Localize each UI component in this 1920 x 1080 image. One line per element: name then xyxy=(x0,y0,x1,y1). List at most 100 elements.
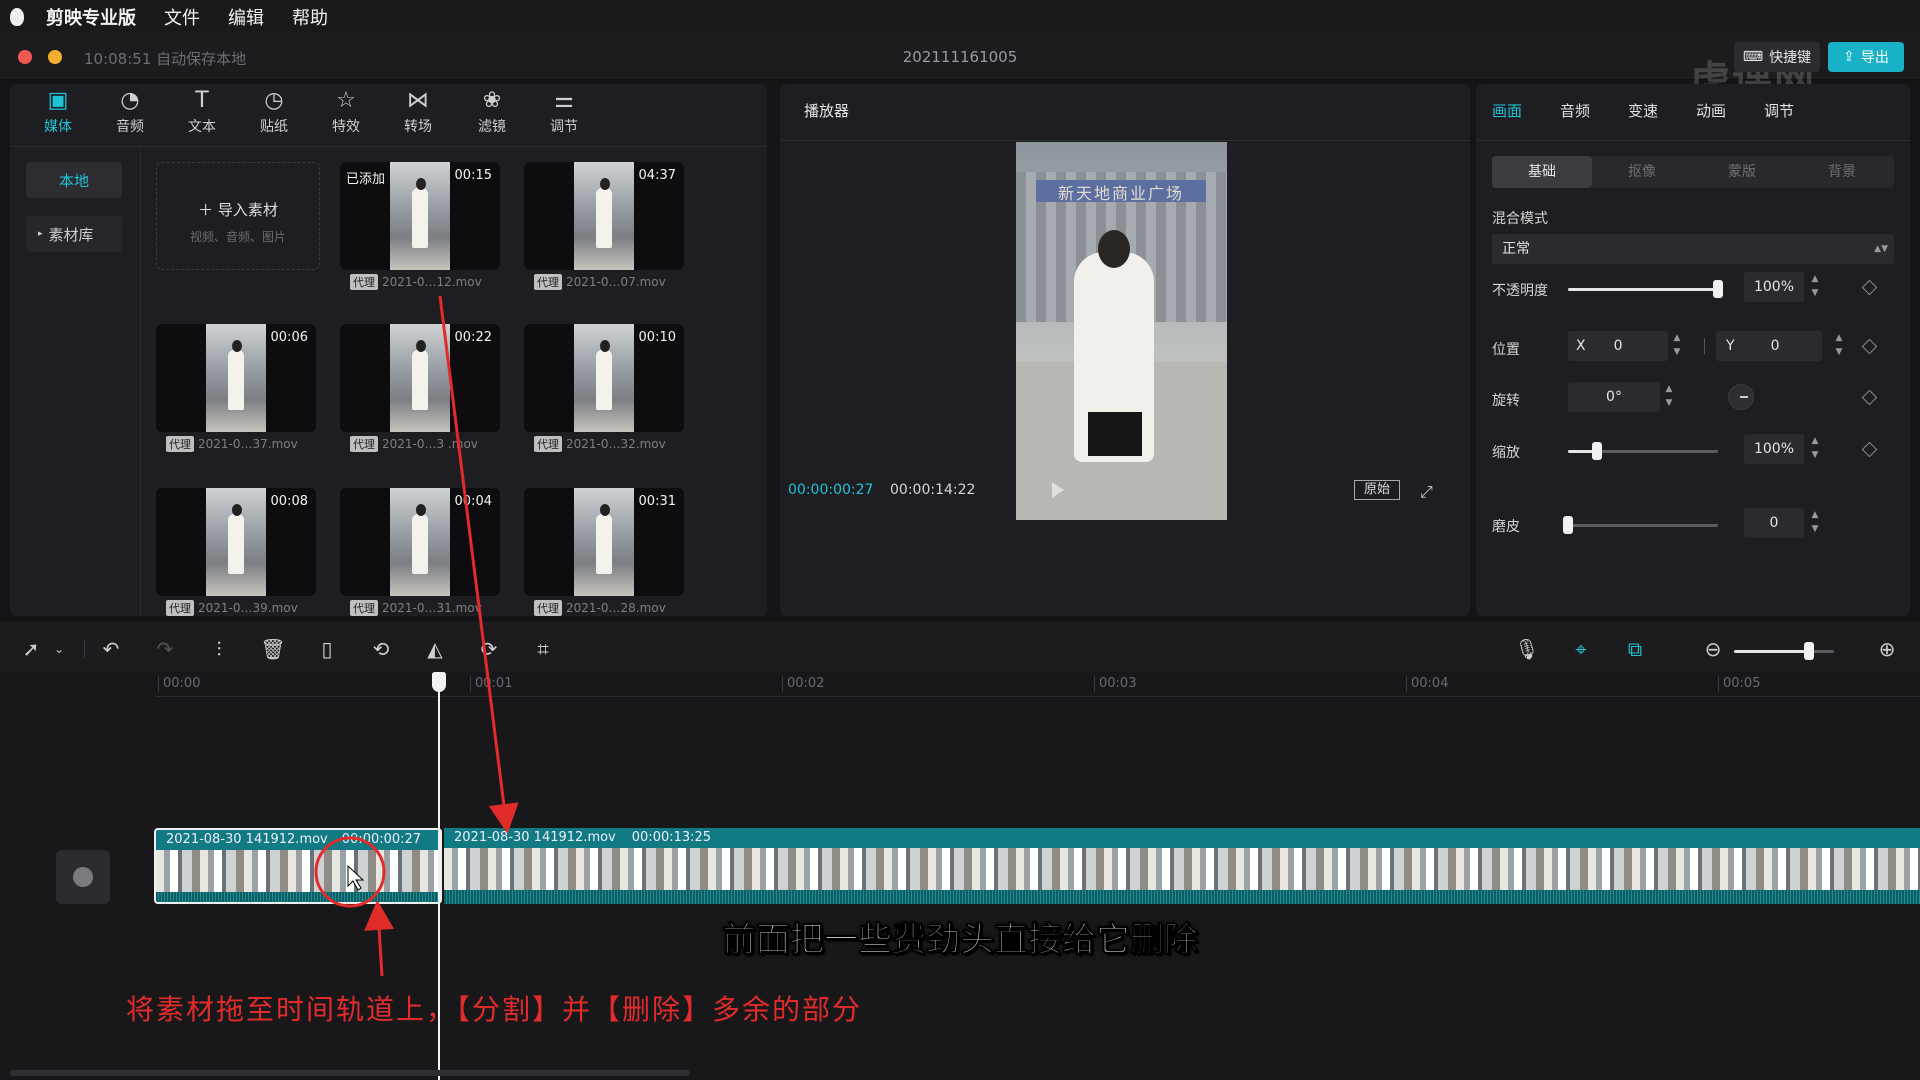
media-caption: 代理 2021-0…07.mov xyxy=(534,274,666,290)
media-thumbnail[interactable]: 00:22 xyxy=(340,324,500,432)
smooth-skin-input[interactable]: 0 xyxy=(1744,508,1804,538)
tab-effects[interactable]: ☆ 特效 xyxy=(314,88,378,140)
added-badge: 已添加 xyxy=(346,172,386,187)
clip-frames xyxy=(156,850,440,892)
scale-slider-handle[interactable] xyxy=(1592,442,1602,460)
opacity-slider-handle[interactable] xyxy=(1713,280,1723,298)
reverse-icon[interactable]: ⟲ xyxy=(368,636,394,662)
opacity-slider[interactable] xyxy=(1568,280,1723,298)
media-thumbnail[interactable]: 00:04 xyxy=(340,488,500,596)
position-y-input[interactable]: Y0 xyxy=(1716,331,1822,361)
zoom-in-icon[interactable]: ⊕ xyxy=(1874,636,1900,662)
media-caption: 代理 2021-0…37.mov xyxy=(166,436,298,452)
blend-mode-select[interactable]: 正常 ▲▼ xyxy=(1492,234,1894,264)
smooth-skin-stepper[interactable]: ▲ ▼ xyxy=(1808,508,1822,538)
media-thumbnail[interactable]: 00:31 xyxy=(524,488,684,596)
keyframe-icon[interactable] xyxy=(1861,279,1878,296)
aspect-ratio-button[interactable]: 原始 xyxy=(1354,480,1400,500)
keyframe-icon[interactable] xyxy=(1861,441,1878,458)
timeline-zoom-slider[interactable] xyxy=(1734,642,1834,660)
menu-help[interactable]: 帮助 xyxy=(292,4,328,30)
current-timecode: 00:00:00:27 xyxy=(788,482,874,498)
subtab-cutout[interactable]: 抠像 xyxy=(1592,156,1692,188)
timeline-zoom-handle[interactable] xyxy=(1804,642,1814,660)
tab-picture[interactable]: 画面 xyxy=(1492,100,1522,121)
blend-mode-value: 正常 xyxy=(1502,241,1530,257)
fullscreen-icon[interactable]: ⤢ xyxy=(1420,482,1433,502)
tab-audio-label: 音频 xyxy=(116,119,144,135)
scale-slider[interactable] xyxy=(1568,442,1718,460)
tab-adjust[interactable]: ⚌ 调节 xyxy=(532,88,596,140)
microphone-icon[interactable]: 🎙 xyxy=(1514,636,1540,662)
menu-file[interactable]: 文件 xyxy=(164,4,200,30)
track-mute-button[interactable] xyxy=(56,850,110,904)
scale-stepper[interactable]: ▲ ▼ xyxy=(1808,434,1822,464)
position-x-input[interactable]: X0 xyxy=(1568,331,1668,361)
keyframe-icon[interactable] xyxy=(1861,389,1878,406)
rotation-input[interactable]: 0° xyxy=(1568,382,1660,412)
timeline[interactable]: 00:00 00:01 00:02 00:03 00:04 00:05 2021… xyxy=(0,672,1920,1080)
freeze-frame-icon[interactable]: ▯ xyxy=(314,636,340,662)
position-x-stepper[interactable]: ▲ ▼ xyxy=(1670,331,1684,361)
delete-icon[interactable]: 🗑 xyxy=(260,636,286,662)
keyframe-icon[interactable] xyxy=(1861,338,1878,355)
divider xyxy=(140,146,141,616)
rotation-dial[interactable] xyxy=(1728,384,1754,410)
import-media-button[interactable]: ＋ 导入素材 视频、音频、图片 xyxy=(156,162,320,270)
tab-animation[interactable]: 动画 xyxy=(1696,100,1726,121)
sidebar-item-library[interactable]: ▸ 素材库 xyxy=(26,216,122,252)
tab-filter[interactable]: ❀ 滤镜 xyxy=(460,88,524,140)
media-panel: ▣ 媒体 ◔ 音频 T 文本 ◷ 贴纸 ☆ 特效 ⋈ 转场 ❀ 滤镜 ⚌ 调节 本地 ▸ 素材库 … xyxy=(10,84,767,616)
select-pointer-icon[interactable]: ➚ xyxy=(18,636,44,662)
tab-adjust-props[interactable]: 调节 xyxy=(1764,100,1794,121)
timeline-scrollbar[interactable] xyxy=(10,1070,690,1076)
rotation-stepper[interactable]: ▲ ▼ xyxy=(1662,382,1676,412)
redo-icon[interactable]: ↷ xyxy=(152,636,178,662)
media-thumbnail[interactable]: 00:08 xyxy=(156,488,316,596)
chevron-down-icon[interactable]: ⌄ xyxy=(46,636,72,662)
tab-speed[interactable]: 变速 xyxy=(1628,100,1658,121)
link-clips-icon[interactable]: ⧉ xyxy=(1622,636,1648,662)
shortcut-button[interactable]: ⌨ 快捷键 xyxy=(1734,42,1820,72)
video-clip-selected[interactable]: 2021-08-30 141912.mov 00:00:00:27 xyxy=(154,828,442,904)
sidebar-item-local[interactable]: 本地 xyxy=(26,162,122,198)
video-subtitle: 前面把一些费劲头直接给它删除 xyxy=(722,920,1199,961)
play-icon[interactable] xyxy=(1052,482,1064,498)
tab-transition[interactable]: ⋈ 转场 xyxy=(386,88,450,140)
position-y-stepper[interactable]: ▲ ▼ xyxy=(1832,331,1846,361)
snap-icon[interactable]: ⌖ xyxy=(1568,636,1594,662)
tab-audio[interactable]: ◔ 音频 xyxy=(98,88,162,140)
tab-sticker[interactable]: ◷ 贴纸 xyxy=(242,88,306,140)
opacity-stepper[interactable]: ▲ ▼ xyxy=(1808,272,1822,302)
media-thumbnail[interactable]: 04:37 xyxy=(524,162,684,270)
clip-duration: 00:00:13:25 xyxy=(631,830,712,845)
tab-audio-props[interactable]: 音频 xyxy=(1560,100,1590,121)
zoom-out-icon[interactable]: ⊖ xyxy=(1700,636,1726,662)
undo-icon[interactable]: ↶ xyxy=(98,636,124,662)
media-thumbnail[interactable]: 已添加 00:15 xyxy=(340,162,500,270)
smooth-skin-slider-handle[interactable] xyxy=(1563,516,1573,534)
subtab-basic[interactable]: 基础 xyxy=(1492,156,1592,188)
export-button[interactable]: ⇪ 导出 xyxy=(1828,42,1904,72)
apple-icon[interactable] xyxy=(10,8,24,26)
crop-icon[interactable]: ⌗ xyxy=(530,636,556,662)
tab-media[interactable]: ▣ 媒体 xyxy=(26,88,90,140)
app-menu[interactable]: 剪映专业版 xyxy=(46,4,136,30)
opacity-input[interactable]: 100% xyxy=(1744,272,1804,302)
media-thumbnail[interactable]: 00:10 xyxy=(524,324,684,432)
mirror-icon[interactable]: ◭ xyxy=(422,636,448,662)
video-preview[interactable]: 新天地商业广场 xyxy=(1016,142,1227,520)
video-clip[interactable]: 2021-08-30 141912.mov 00:00:13:25 xyxy=(444,828,1920,904)
player-title: 播放器 xyxy=(804,102,850,120)
subtab-mask[interactable]: 蒙版 xyxy=(1692,156,1792,188)
subtab-background[interactable]: 背景 xyxy=(1792,156,1892,188)
scale-input[interactable]: 100% xyxy=(1744,434,1804,464)
rotate-icon[interactable]: ⟳ xyxy=(476,636,502,662)
media-thumbnail[interactable]: 00:06 xyxy=(156,324,316,432)
menu-edit[interactable]: 编辑 xyxy=(228,4,264,30)
tab-text[interactable]: T 文本 xyxy=(170,88,234,140)
split-icon[interactable]: ⫶ xyxy=(206,636,232,662)
playhead-handle[interactable] xyxy=(432,672,446,692)
transition-icon: ⋈ xyxy=(407,88,429,113)
smooth-skin-slider[interactable] xyxy=(1563,516,1718,534)
